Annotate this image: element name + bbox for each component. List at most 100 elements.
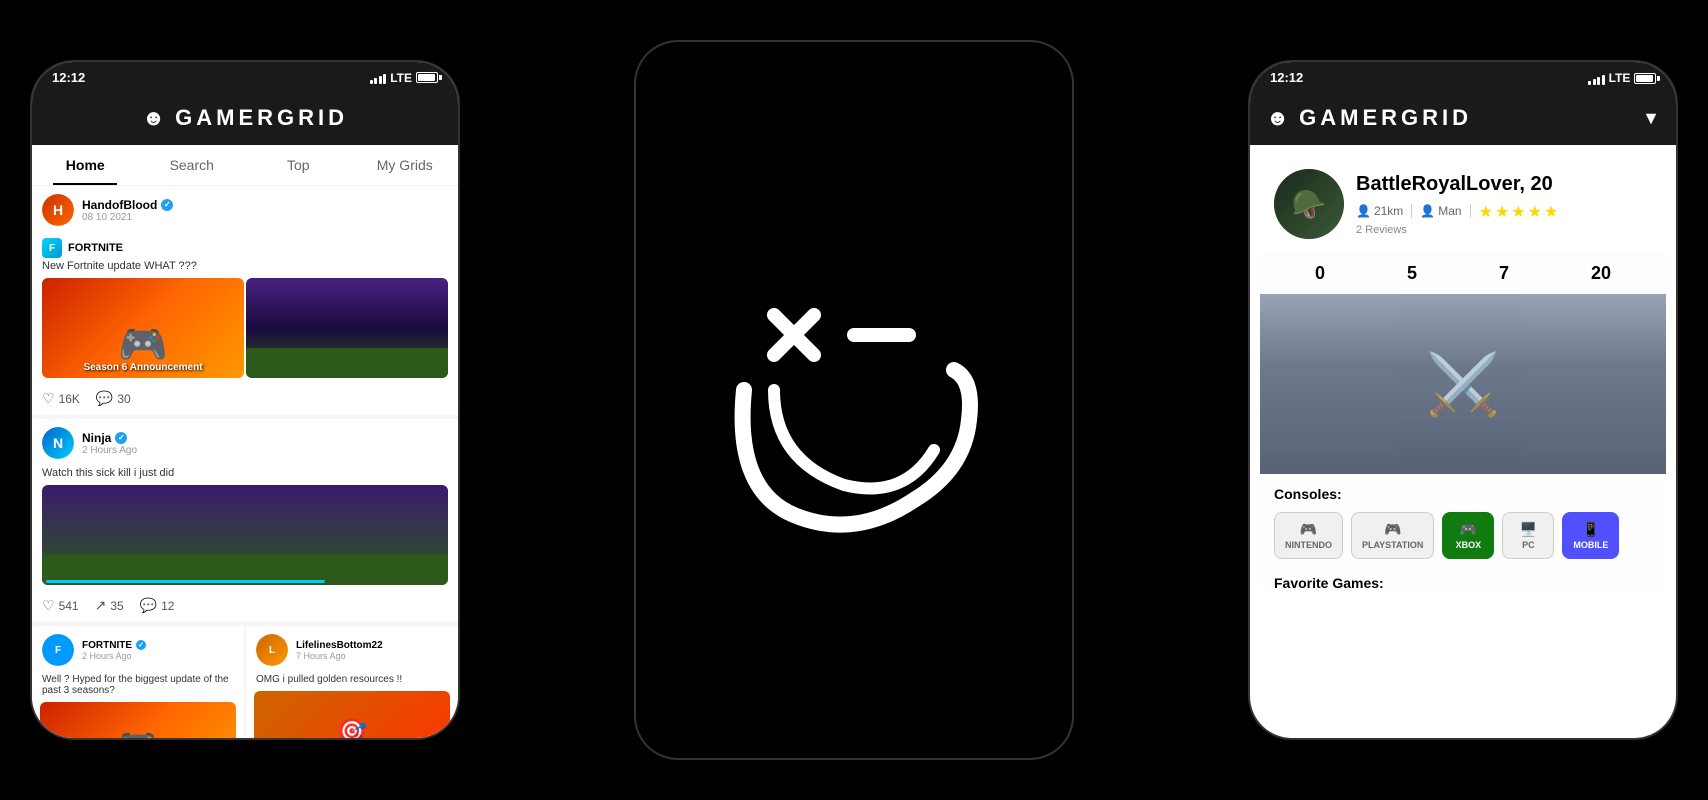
post-1-img1: Season 6 Announcement — [42, 278, 244, 378]
profile-stat-4: 20 — [1591, 263, 1611, 284]
post-1-stats: ♡ 16K 💬 30 — [32, 384, 458, 415]
post-1-img2 — [246, 278, 448, 378]
heart-icon-2: ♡ — [42, 597, 55, 614]
post-1-likes: ♡ 16K — [42, 390, 80, 407]
mobile-icon: 📱 — [1573, 521, 1608, 538]
share-icon-2: ↗ — [95, 597, 107, 614]
lte-label-left: LTE — [390, 71, 412, 85]
reviews-text: 2 Reviews — [1356, 224, 1652, 236]
mobile-label: MOBILE — [1573, 540, 1608, 550]
post-4-time: 7 Hours Ago — [296, 651, 448, 661]
post-2-text: Watch this sick kill i just did — [32, 467, 458, 485]
profile-gender: 👤 Man — [1420, 204, 1461, 218]
consoles-list: 🎮 NINTENDO 🎮 PLAYSTATION 🎮 XBOX 🖥️ PC — [1274, 512, 1652, 559]
star-1: ★ — [1479, 202, 1493, 222]
filter-icon[interactable]: ▼ — [1642, 108, 1660, 129]
star-3: ★ — [1511, 202, 1525, 222]
profile-stat-1: 0 — [1315, 263, 1325, 284]
post-2-stats: ♡ 541 ↗ 35 💬 12 — [32, 591, 458, 622]
post-1-text: New Fortnite update WHAT ??? — [32, 260, 458, 278]
post-4: L LifelinesBottom22 7 Hours Ago OMG i pu… — [246, 626, 458, 740]
comment-icon-2: 💬 — [140, 597, 157, 614]
nav-tabs: Home Search Top My Grids — [32, 145, 458, 186]
tab-top[interactable]: Top — [245, 145, 352, 185]
post-3-header: F FORTNITE ✓ 2 Hours Ago — [32, 626, 244, 674]
post-2-username: Ninja ✓ — [82, 431, 448, 445]
post-row-bottom: F FORTNITE ✓ 2 Hours Ago Well ? Hyped fo… — [32, 626, 458, 740]
post-4-text: OMG i pulled golden resources !! — [246, 674, 458, 691]
profile-header: 🪖 BattleRoyalLover, 20 👤 21km 👤 Man — [1260, 155, 1666, 253]
post-3-userinfo: FORTNITE ✓ 2 Hours Ago — [82, 640, 234, 661]
signal-icon-right — [1588, 73, 1605, 85]
feed: H HandofBlood ✓ 08 10 2021 F FORTNITE Ne… — [32, 186, 458, 740]
post-2-img — [42, 485, 448, 585]
header-left: ☻ GAMERGRID — [32, 93, 458, 145]
battery-icon-left — [416, 72, 438, 83]
stat-4-value: 20 — [1591, 263, 1611, 284]
post-2-header: N Ninja ✓ 2 Hours Ago — [32, 419, 458, 467]
favorite-games-label: Favorite Games: — [1260, 567, 1666, 591]
verified-badge-1: ✓ — [161, 199, 173, 211]
console-nintendo[interactable]: 🎮 NINTENDO — [1274, 512, 1343, 559]
post-1-userinfo: HandofBlood ✓ 08 10 2021 — [82, 198, 448, 223]
console-mobile[interactable]: 📱 MOBILE — [1562, 512, 1619, 559]
profile-meta: 👤 21km 👤 Man ★ ★ ★ ★ ★ — [1356, 200, 1652, 222]
logo-icon-right: ☻ — [1266, 105, 1289, 131]
post-1-likes-count: 16K — [59, 392, 80, 406]
console-playstation[interactable]: 🎮 PLAYSTATION — [1351, 512, 1434, 559]
profile-stat-2: 5 — [1407, 263, 1417, 284]
post-4-img: 🎯 — [254, 691, 450, 740]
profile-card: 🪖 BattleRoyalLover, 20 👤 21km 👤 Man — [1260, 155, 1666, 591]
tab-search[interactable]: Search — [139, 145, 246, 185]
tab-home[interactable]: Home — [32, 145, 139, 185]
profile-bg: ⚔️ — [1260, 294, 1666, 474]
profile-info: BattleRoyalLover, 20 👤 21km 👤 Man ★ — [1356, 173, 1652, 236]
console-pc[interactable]: 🖥️ PC — [1502, 512, 1554, 559]
post-4-avatar: L — [256, 634, 288, 666]
stat-2-value: 5 — [1407, 263, 1417, 284]
tab-my-grids[interactable]: My Grids — [352, 145, 459, 185]
gamergrid-wink-logo — [714, 260, 994, 540]
verified-badge-3: ✓ — [136, 640, 146, 650]
post-3-time: 2 Hours Ago — [82, 651, 234, 661]
post-1-header: H HandofBlood ✓ 08 10 2021 — [32, 186, 458, 234]
center-logo — [714, 260, 994, 540]
meta-divider-2 — [1470, 204, 1471, 218]
consoles-label: Consoles: — [1274, 486, 1652, 502]
meta-divider-1 — [1411, 204, 1412, 218]
post-1: H HandofBlood ✓ 08 10 2021 F FORTNITE Ne… — [32, 186, 458, 415]
nintendo-icon: 🎮 — [1285, 521, 1332, 538]
post-4-header: L LifelinesBottom22 7 Hours Ago — [246, 626, 458, 674]
post-2-userinfo: Ninja ✓ 2 Hours Ago — [82, 431, 448, 456]
heart-icon-1: ♡ — [42, 390, 55, 407]
phone-right: 12:12 LTE ☻ GAMERGRID ▼ — [1248, 60, 1678, 740]
post-1-tag: F FORTNITE — [32, 234, 458, 260]
ps-label: PLAYSTATION — [1362, 540, 1423, 550]
app-name-right: GAMERGRID — [1299, 105, 1472, 131]
xbox-label: XBOX — [1453, 540, 1483, 550]
post-3-avatar: F — [42, 634, 74, 666]
time-left: 12:12 — [52, 70, 85, 85]
profile-avatar: 🪖 — [1274, 169, 1344, 239]
xbox-icon: 🎮 — [1453, 521, 1483, 538]
signal-icon-left — [370, 72, 387, 84]
console-xbox[interactable]: 🎮 XBOX — [1442, 512, 1494, 559]
status-bar-right: 12:12 LTE — [1250, 62, 1676, 93]
comment-icon-1: 💬 — [96, 390, 113, 407]
star-2: ★ — [1495, 202, 1509, 222]
fortnite-icon-1: F — [42, 238, 62, 258]
phone-center — [634, 40, 1074, 760]
post-2-likes: ♡ 541 — [42, 597, 79, 614]
post-4-username: LifelinesBottom22 — [296, 640, 448, 651]
profile-stats: 0 5 7 20 — [1260, 253, 1666, 294]
scene: 12:12 LTE ☻ GAMERGRID Home Sear — [0, 0, 1708, 800]
profile-stars: ★ ★ ★ ★ ★ — [1479, 202, 1559, 222]
logo-icon-left: ☻ — [142, 105, 165, 131]
post-3-text: Well ? Hyped for the biggest update of t… — [32, 674, 244, 702]
lte-label-right: LTE — [1609, 71, 1631, 85]
post-3: F FORTNITE ✓ 2 Hours Ago Well ? Hyped fo… — [32, 626, 244, 740]
post-2-time: 2 Hours Ago — [82, 445, 448, 456]
pc-icon: 🖥️ — [1513, 521, 1543, 538]
profile-bg-image: ⚔️ — [1260, 294, 1666, 474]
post-2-comments-count: 12 — [161, 599, 174, 613]
